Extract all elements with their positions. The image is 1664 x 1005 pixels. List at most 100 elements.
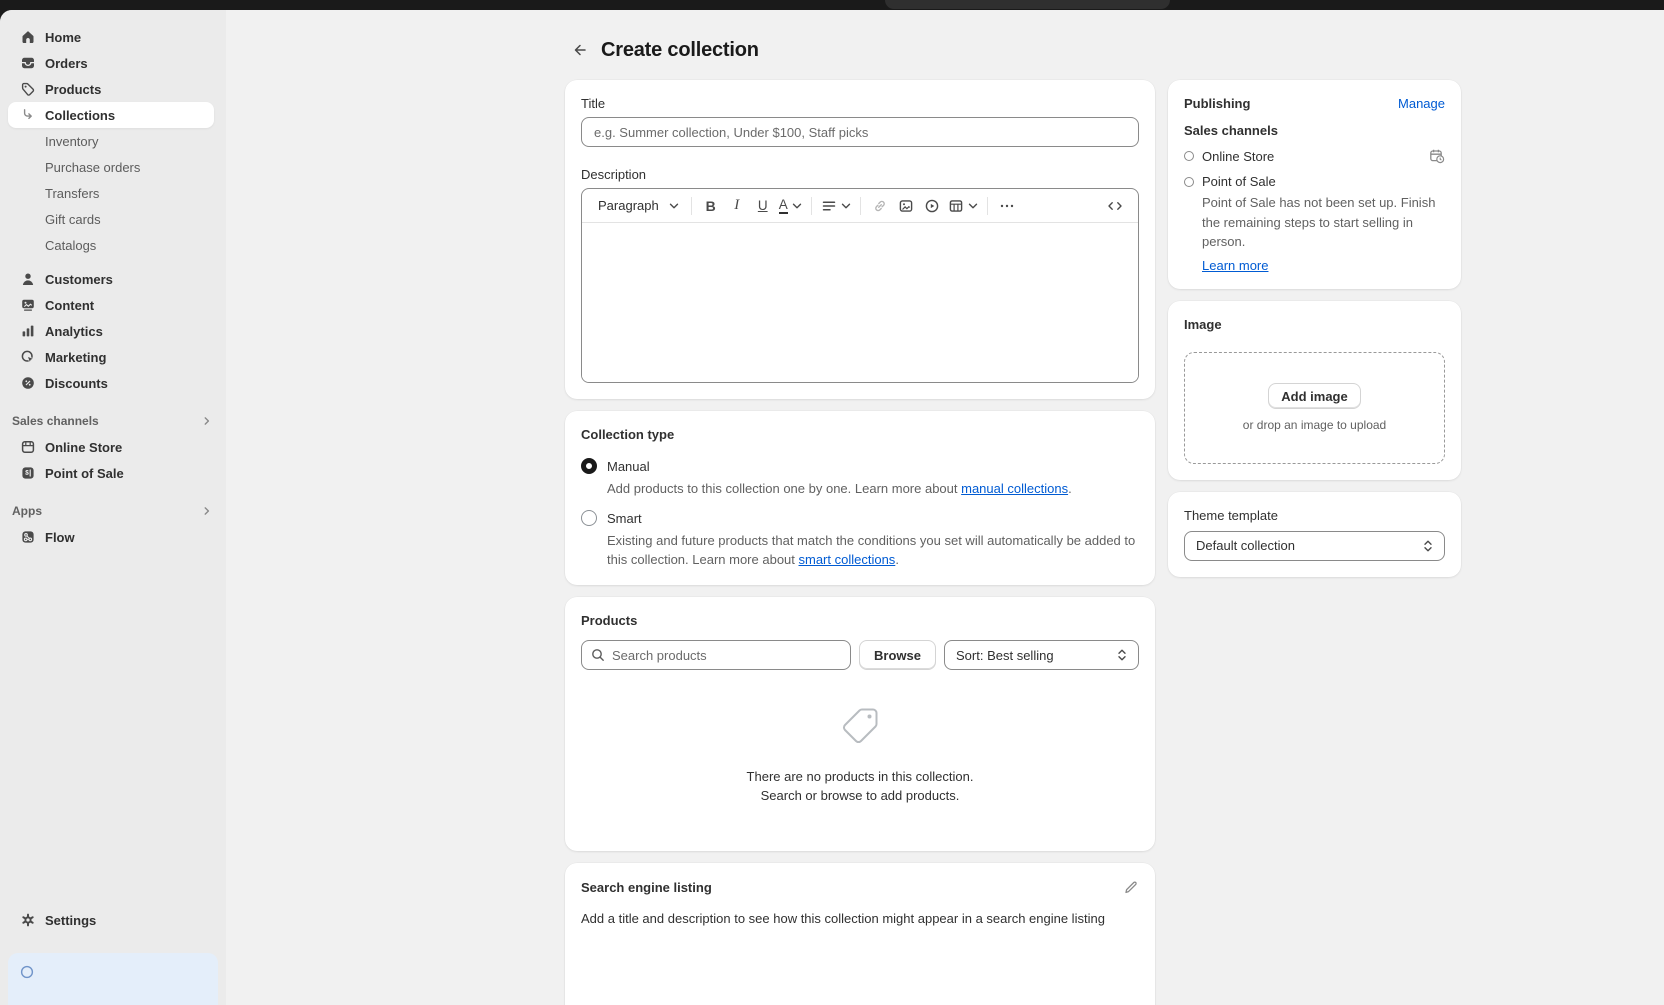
sidebar-item-label: Analytics — [45, 324, 103, 339]
collection-type-card: Collection type Manual Add products to t… — [565, 411, 1155, 585]
play-circle-icon — [924, 198, 940, 214]
period: . — [1068, 481, 1072, 496]
sidebar-item-products[interactable]: Products — [0, 76, 226, 102]
flow-app-icon — [20, 529, 36, 545]
image-dropzone[interactable]: Add image or drop an image to upload — [1184, 352, 1445, 464]
callout-circle-icon — [20, 965, 34, 979]
sidebar-item-label: Content — [45, 298, 94, 313]
sort-select[interactable]: Sort: Best selling — [944, 640, 1139, 670]
sales-channels-subheading: Sales channels — [1184, 123, 1445, 138]
sidebar-item-label: Catalogs — [45, 238, 96, 253]
underline-glyph: U — [758, 198, 768, 213]
underline-button[interactable]: U — [750, 193, 776, 219]
channel-row-point-of-sale: Point of Sale — [1184, 174, 1445, 189]
radio-selected-icon[interactable] — [581, 458, 597, 474]
chevron-down-icon — [841, 202, 851, 210]
code-icon — [1107, 198, 1123, 214]
publishing-heading: Publishing — [1184, 96, 1250, 111]
seo-heading: Search engine listing — [581, 880, 712, 895]
sidebar-item-label: Inventory — [45, 134, 98, 149]
gear-icon — [20, 912, 36, 928]
sidebar-bottom-callout[interactable] — [8, 953, 218, 1005]
sidebar-item-point-of-sale[interactable]: Point of Sale — [0, 460, 226, 486]
section-label: Sales channels — [12, 414, 99, 428]
sidebar-item-marketing[interactable]: Marketing — [0, 344, 226, 370]
title-label: Title — [581, 96, 1139, 111]
sidebar-item-online-store[interactable]: Online Store — [0, 434, 226, 460]
italic-button[interactable]: I — [724, 193, 750, 219]
sidebar-item-purchase-orders[interactable]: Purchase orders — [0, 154, 226, 180]
text-color-dropdown[interactable]: A — [776, 193, 805, 219]
theme-template-label: Theme template — [1184, 508, 1445, 523]
sidebar-item-label: Transfers — [45, 186, 99, 201]
link-button[interactable] — [867, 193, 893, 219]
theme-template-value: Default collection — [1196, 538, 1295, 553]
more-options-button[interactable] — [994, 193, 1020, 219]
products-card: Products Browse Sort: Best selling — [565, 597, 1155, 851]
smart-collections-link[interactable]: smart collections — [799, 552, 896, 567]
sidebar-item-catalogs[interactable]: Catalogs — [0, 232, 226, 258]
sidebar-item-label: Products — [45, 82, 101, 97]
online-store-icon — [20, 439, 36, 455]
chevron-down-icon — [792, 202, 802, 210]
sidebar-item-label: Home — [45, 30, 81, 45]
calendar-clock-icon[interactable] — [1429, 148, 1445, 164]
description-textarea[interactable] — [582, 223, 1138, 382]
back-button[interactable] — [565, 36, 593, 64]
sidebar-item-flow[interactable]: Flow — [0, 524, 226, 550]
sidebar-item-settings[interactable]: Settings — [0, 907, 226, 933]
bold-glyph: B — [706, 198, 716, 214]
sort-select-value: Sort: Best selling — [956, 648, 1054, 663]
publishing-card: Publishing Manage Sales channels Online … — [1168, 80, 1461, 289]
paragraph-style-dropdown[interactable]: Paragraph — [592, 193, 685, 219]
sidebar-item-home[interactable]: Home — [0, 24, 226, 50]
nested-arrow-icon — [20, 107, 36, 123]
text-color-glyph: A — [779, 198, 788, 214]
learn-more-link[interactable]: Learn more — [1202, 258, 1268, 273]
period: . — [895, 552, 899, 567]
sidebar-item-content[interactable]: Content — [0, 292, 226, 318]
sidebar-item-collections[interactable]: Collections — [8, 102, 214, 128]
sidebar-item-customers[interactable]: Customers — [0, 266, 226, 292]
sidebar-section-sales-channels[interactable]: Sales channels — [0, 408, 226, 434]
product-search-field[interactable] — [581, 640, 851, 670]
chevron-right-icon — [200, 414, 214, 428]
sidebar-item-transfers[interactable]: Transfers — [0, 180, 226, 206]
sidebar-item-orders[interactable]: Orders — [0, 50, 226, 76]
edit-pencil-icon[interactable] — [1123, 879, 1139, 895]
table-dropdown[interactable] — [945, 193, 981, 219]
marketing-target-icon — [20, 349, 36, 365]
insert-video-button[interactable] — [919, 193, 945, 219]
search-icon — [590, 647, 606, 663]
manage-link[interactable]: Manage — [1398, 96, 1445, 111]
bold-button[interactable]: B — [698, 193, 724, 219]
alignment-dropdown[interactable] — [818, 193, 854, 219]
sidebar-item-discounts[interactable]: Discounts — [0, 370, 226, 396]
browse-button[interactable]: Browse — [859, 640, 936, 670]
orders-icon — [20, 55, 36, 71]
manual-collections-link[interactable]: manual collections — [961, 481, 1068, 496]
products-controls: Browse Sort: Best selling — [581, 640, 1139, 670]
sidebar-item-label: Settings — [45, 913, 96, 928]
image-heading: Image — [1184, 317, 1445, 332]
main-content: Create collection Title Description Para… — [226, 10, 1664, 1005]
sidebar-item-label: Customers — [45, 272, 113, 287]
smart-radio-option[interactable]: Smart — [581, 510, 1139, 526]
show-html-button[interactable] — [1102, 193, 1128, 219]
rich-text-editor: Paragraph B I U A — [581, 188, 1139, 383]
insert-image-button[interactable] — [893, 193, 919, 219]
title-input[interactable] — [581, 117, 1139, 147]
channel-label: Point of Sale — [1202, 174, 1276, 189]
sidebar-section-apps[interactable]: Apps — [0, 498, 226, 524]
table-icon — [948, 198, 964, 214]
sidebar-item-gift-cards[interactable]: Gift cards — [0, 206, 226, 232]
product-search-input[interactable] — [612, 648, 842, 663]
search-engine-listing-card: Search engine listing Add a title and de… — [565, 863, 1155, 1005]
sidebar-item-analytics[interactable]: Analytics — [0, 318, 226, 344]
theme-template-select[interactable]: Default collection — [1184, 531, 1445, 561]
sidebar-item-inventory[interactable]: Inventory — [0, 128, 226, 154]
add-image-button[interactable]: Add image — [1268, 383, 1360, 409]
radio-unselected-icon[interactable] — [581, 510, 597, 526]
products-empty-state: There are no products in this collection… — [581, 670, 1139, 835]
manual-radio-option[interactable]: Manual — [581, 458, 1139, 474]
